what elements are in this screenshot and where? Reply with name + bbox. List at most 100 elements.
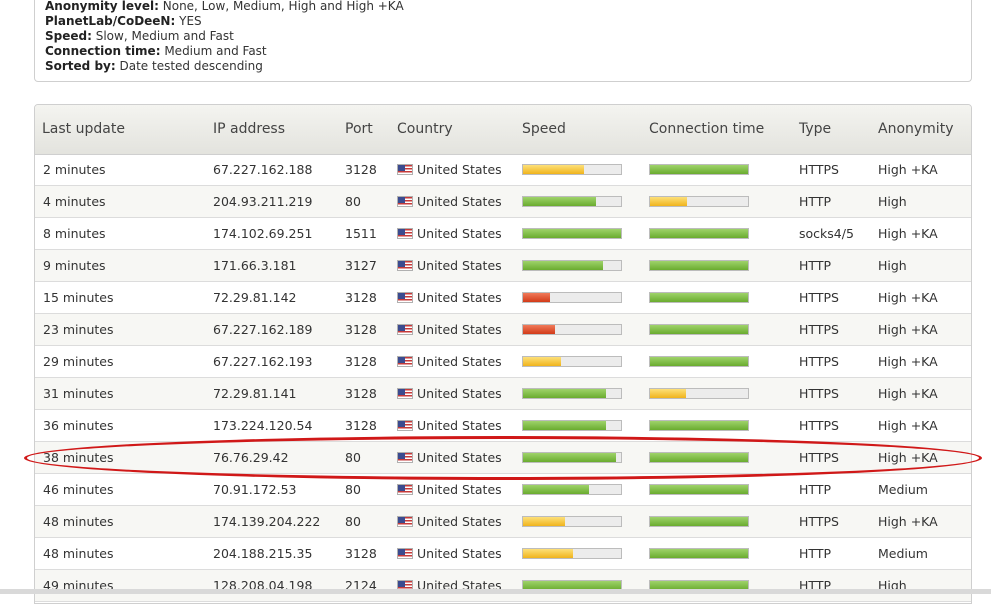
cell-type: HTTPS: [799, 322, 839, 337]
us-flag-icon: [397, 324, 413, 335]
connection-time-bar: [649, 452, 749, 463]
us-flag-icon: [397, 260, 413, 271]
cell-port: 80: [345, 482, 361, 497]
cell-type: HTTPS: [799, 418, 839, 433]
cell-last-update: 2 minutes: [43, 162, 106, 177]
connection-time-bar: [649, 292, 749, 303]
table-row[interactable]: 36 minutes 173.224.120.54 3128 United State…: [35, 410, 971, 442]
country-name: United States: [417, 162, 502, 177]
speed-bar-fill: [523, 325, 556, 334]
country-name: United States: [417, 290, 502, 305]
speed-bar-fill: [523, 229, 621, 238]
connection-time-bar: [649, 324, 749, 335]
cell-anonymity: High: [878, 194, 907, 209]
table-row[interactable]: 48 minutes 174.139.204.222 80 United States…: [35, 506, 971, 538]
cell-port: 3128: [345, 290, 377, 305]
us-flag-icon: [397, 388, 413, 399]
us-flag-icon: [397, 164, 413, 175]
speed-bar-fill: [523, 389, 607, 398]
speed-bar-fill: [523, 357, 562, 366]
cell-last-update: 48 minutes: [43, 546, 114, 561]
country-name: United States: [417, 322, 502, 337]
speed-bar: [522, 452, 622, 463]
cell-country: United States: [397, 474, 502, 505]
speed-bar-fill: [523, 261, 604, 270]
cell-type: HTTP: [799, 546, 831, 561]
country-name: United States: [417, 354, 502, 369]
header-country[interactable]: Country: [397, 105, 453, 154]
speed-bar: [522, 548, 622, 559]
country-name: United States: [417, 226, 502, 241]
filter-value: Medium and Fast: [164, 44, 267, 58]
filter-speed: Speed: Slow, Medium and Fast: [45, 29, 234, 44]
cell-port: 3128: [345, 162, 377, 177]
header-last-update[interactable]: Last update: [42, 105, 125, 154]
header-connection-time[interactable]: Connection time: [649, 105, 764, 154]
connection-time-bar: [649, 356, 749, 367]
cell-type: HTTP: [799, 258, 831, 273]
cell-port: 3128: [345, 418, 377, 433]
table-row[interactable]: 2 minutes 67.227.162.188 3128 United States…: [35, 154, 971, 186]
table-row[interactable]: 23 minutes 67.227.162.189 3128 United State…: [35, 314, 971, 346]
cell-country: United States: [397, 410, 502, 441]
table-row[interactable]: 38 minutes 76.76.29.42 80 United States HTTP…: [35, 442, 971, 474]
cell-anonymity: High: [878, 578, 907, 593]
us-flag-icon: [397, 356, 413, 367]
cell-type: HTTPS: [799, 162, 839, 177]
table-row[interactable]: 46 minutes 70.91.172.53 80 United States HTT…: [35, 474, 971, 506]
cell-last-update: 36 minutes: [43, 418, 114, 433]
cell-country: United States: [397, 186, 502, 217]
table-row[interactable]: 9 minutes 171.66.3.181 3127 United States HT…: [35, 250, 971, 282]
cell-ip-address: 72.29.81.141: [213, 386, 297, 401]
cell-ip-address: 72.29.81.142: [213, 290, 297, 305]
speed-bar-fill: [523, 293, 551, 302]
speed-bar: [522, 388, 622, 399]
cell-last-update: 15 minutes: [43, 290, 114, 305]
cell-ip-address: 173.224.120.54: [213, 418, 313, 433]
header-type[interactable]: Type: [799, 105, 831, 154]
table-row[interactable]: 49 minutes 128.208.04.198 2124 United State…: [35, 570, 971, 602]
cell-country: United States: [397, 378, 502, 409]
connection-time-bar: [649, 420, 749, 431]
table-row[interactable]: 15 minutes 72.29.81.142 3128 United States H…: [35, 282, 971, 314]
connection-time-bar-fill: [650, 389, 687, 398]
table-row[interactable]: 48 minutes 204.188.215.35 3128 United State…: [35, 538, 971, 570]
header-ip-address[interactable]: IP address: [213, 105, 285, 154]
cell-ip-address: 171.66.3.181: [213, 258, 297, 273]
us-flag-icon: [397, 228, 413, 239]
filter-connection: Connection time: Medium and Fast: [45, 44, 267, 59]
filter-label: Sorted by:: [45, 59, 116, 73]
speed-bar: [522, 324, 622, 335]
filter-label: Anonymity level:: [45, 0, 159, 13]
speed-bar: [522, 196, 622, 207]
filter-anonymity: Anonymity level: None, Low, Medium, High…: [45, 0, 404, 14]
header-speed[interactable]: Speed: [522, 105, 566, 154]
cell-last-update: 4 minutes: [43, 194, 106, 209]
cell-country: United States: [397, 570, 502, 601]
cell-ip-address: 204.93.211.219: [213, 194, 313, 209]
table-row[interactable]: 31 minutes 72.29.81.141 3128 United States H…: [35, 378, 971, 410]
cell-type: HTTPS: [799, 514, 839, 529]
table-header: Last update IP address Port Country Spee…: [35, 105, 971, 155]
connection-time-bar: [649, 484, 749, 495]
filter-label: PlanetLab/CoDeeN:: [45, 14, 176, 28]
connection-time-bar-fill: [650, 517, 748, 526]
cell-port: 80: [345, 514, 361, 529]
cell-country: United States: [397, 442, 502, 473]
cell-type: HTTPS: [799, 290, 839, 305]
table-row[interactable]: 4 minutes 204.93.211.219 80 United States HT…: [35, 186, 971, 218]
table-row[interactable]: 8 minutes 174.102.69.251 1511 United States…: [35, 218, 971, 250]
cell-country: United States: [397, 346, 502, 377]
us-flag-icon: [397, 452, 413, 463]
horizontal-scrollbar[interactable]: [0, 589, 991, 594]
table-row[interactable]: 29 minutes 67.227.162.193 3128 United State…: [35, 346, 971, 378]
connection-time-bar-fill: [650, 325, 748, 334]
header-port[interactable]: Port: [345, 105, 373, 154]
cell-port: 3127: [345, 258, 377, 273]
speed-bar: [522, 484, 622, 495]
speed-bar: [522, 228, 622, 239]
header-anonymity[interactable]: Anonymity: [878, 105, 953, 154]
cell-ip-address: 174.102.69.251: [213, 226, 313, 241]
cell-type: HTTP: [799, 482, 831, 497]
connection-time-bar: [649, 548, 749, 559]
